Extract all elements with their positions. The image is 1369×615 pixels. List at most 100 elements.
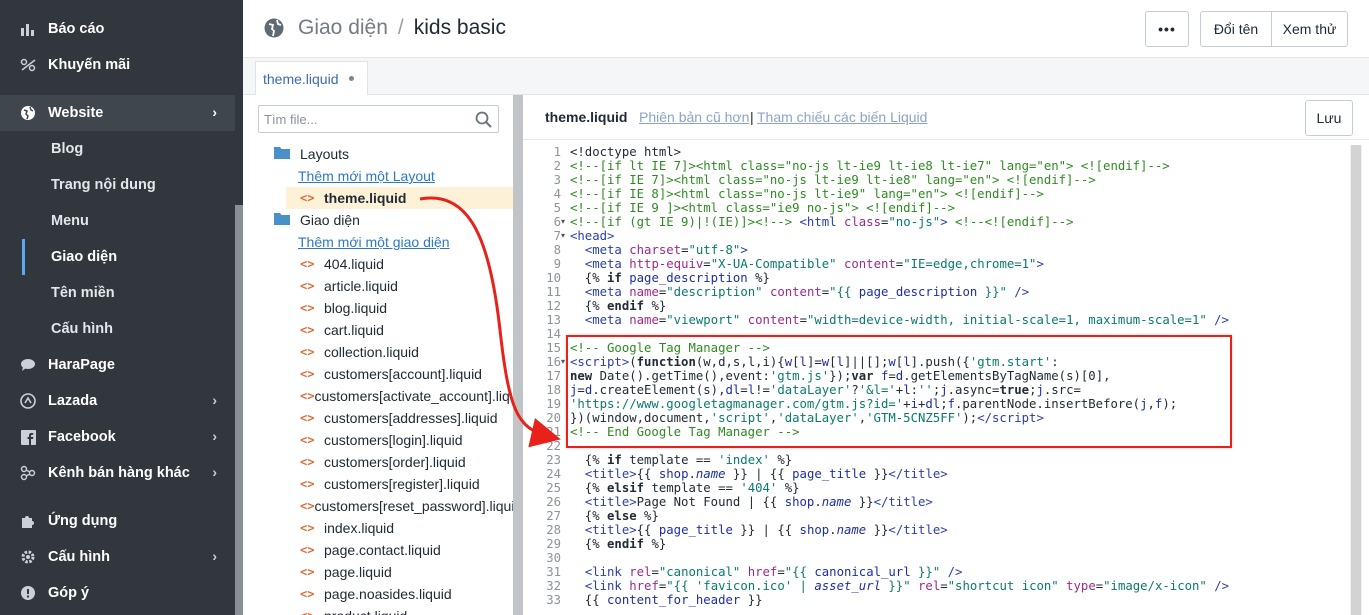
sidebar-sub-pages[interactable]: Trang nội dung — [51, 177, 156, 193]
fold-toggle-icon[interactable]: ▾ — [561, 355, 565, 369]
add-theme-link[interactable]: Thêm mới một giao diện — [298, 234, 450, 250]
line-number: 11 — [546, 285, 561, 299]
sidebar-item-facebook[interactable]: Facebook › — [0, 419, 235, 455]
code-line: <link href="{{ 'favicon.ico' | asset_url… — [584, 579, 1230, 593]
scrollbar-thumb[interactable] — [1351, 145, 1361, 615]
breadcrumb-section[interactable]: Giao diện — [298, 16, 388, 39]
code-line: {% elsif template == '404' %} — [570, 481, 800, 495]
code-line: <head> — [570, 229, 615, 243]
save-button[interactable]: Lưu — [1305, 100, 1353, 136]
open-files-tabs: theme.liquid — [243, 58, 1369, 95]
sidebar-item-label: HaraPage — [48, 357, 115, 373]
gtm-highlight-box — [566, 335, 1232, 448]
sidebar-item-other-channels[interactable]: Kênh bán hàng khác › — [0, 455, 235, 491]
chat-bubble-icon — [19, 356, 37, 374]
file-search-input[interactable]: Tìm file... — [258, 105, 499, 133]
code-icon: <> — [300, 521, 315, 535]
line-number: 7 — [553, 229, 561, 243]
code-icon: <> — [300, 587, 315, 601]
file-item[interactable]: <> customers[account].liquid — [300, 363, 514, 385]
code-line: {% endif %} — [570, 299, 667, 313]
sidebar-item-reports[interactable]: Báo cáo — [0, 11, 235, 47]
file-item[interactable]: <> article.liquid — [300, 275, 514, 297]
search-placeholder: Tìm file... — [264, 111, 318, 127]
file-label: 404.liquid — [324, 256, 384, 272]
folder-label: Giao diện — [300, 212, 360, 228]
sidebar-sub-menu[interactable]: Menu — [51, 213, 89, 229]
code-icon: <> — [300, 543, 315, 557]
fold-toggle-icon[interactable]: ▾ — [561, 215, 565, 229]
search-icon[interactable] — [475, 111, 492, 131]
file-label: customers[login].liquid — [324, 432, 463, 448]
channels-icon — [19, 464, 37, 482]
file-label: article.liquid — [324, 278, 398, 294]
code-icon: <> — [300, 191, 315, 205]
file-item-selected[interactable]: <> theme.liquid — [286, 187, 514, 209]
line-number: 29 — [546, 537, 561, 551]
sidebar-sub-domains[interactable]: Tên miền — [51, 285, 115, 301]
file-item[interactable]: <> blog.liquid — [300, 297, 514, 319]
sidebar-item-apps[interactable]: Ứng dụng — [0, 503, 235, 539]
feedback-icon — [19, 584, 37, 602]
liquid-reference-link[interactable]: Tham chiếu các biến Liquid — [757, 109, 927, 125]
folder-layouts[interactable]: Layouts — [274, 146, 349, 162]
code-line: <meta name="description" content="{{ pag… — [584, 285, 1030, 299]
more-actions-button[interactable]: ••• — [1145, 11, 1189, 47]
file-item[interactable]: <> customers[activate_account].liquid — [300, 385, 514, 407]
line-number: 17 — [546, 369, 561, 383]
file-label: customers[reset_password].liquid — [314, 498, 515, 514]
sidebar-sub-themes[interactable]: Giao diện — [51, 249, 117, 265]
tab-theme-liquid[interactable]: theme.liquid — [255, 61, 368, 95]
preview-button[interactable]: Xem thử — [1271, 11, 1348, 47]
file-label: theme.liquid — [324, 190, 407, 206]
sidebar-scrollbar[interactable] — [235, 205, 243, 615]
code-line: <meta name="viewport" content="width=dev… — [584, 313, 1229, 327]
file-item[interactable]: <> page.contact.liquid — [300, 539, 514, 561]
sidebar-item-label: Góp ý — [48, 585, 90, 601]
file-item[interactable]: <>product.liquid — [300, 605, 514, 615]
sidebar-item-lazada[interactable]: Lazada › — [0, 383, 235, 419]
file-item[interactable]: <> customers[register].liquid — [300, 473, 514, 495]
breadcrumb: Giao diện / kids basic — [298, 16, 506, 40]
chevron-right-icon: › — [212, 104, 217, 120]
rename-button[interactable]: Đổi tên — [1200, 11, 1272, 47]
line-number: 14 — [546, 327, 561, 341]
sidebar-item-harapage[interactable]: HaraPage — [0, 347, 235, 383]
code-line: <meta charset="utf-8"> — [584, 243, 748, 257]
code-line: <!--[if IE 7]><html class="no-js lt-ie9 … — [570, 173, 1096, 187]
sidebar-item-label: Facebook — [48, 429, 116, 445]
file-item[interactable]: <> cart.liquid — [300, 319, 514, 341]
line-number: 28 — [546, 523, 561, 537]
code-line: <title>{{ shop.name }} | {{ page_title }… — [584, 467, 948, 481]
code-line: <!--[if IE 8]><html class="no-js lt-ie9"… — [570, 187, 1044, 201]
editor-scrollbar[interactable] — [1350, 145, 1362, 615]
sidebar-sub-blog[interactable]: Blog — [51, 141, 83, 157]
older-versions-link[interactable]: Phiên bản cũ hơn — [639, 109, 749, 125]
sidebar-item-website[interactable]: Website › — [0, 95, 235, 131]
file-label: page.noasides.liquid — [324, 586, 452, 602]
line-number: 6 — [553, 215, 561, 229]
file-item[interactable]: <> page.noasides.liquid — [300, 583, 514, 605]
add-layout-link[interactable]: Thêm mới một Layout — [298, 168, 435, 184]
folder-themes[interactable]: Giao diện — [274, 212, 360, 228]
sidebar-item-feedback[interactable]: Góp ý — [0, 575, 235, 611]
line-number: 5 — [553, 201, 561, 215]
file-item[interactable]: <> customers[order].liquid — [300, 451, 514, 473]
file-item[interactable]: <> customers[addresses].liquid — [300, 407, 514, 429]
line-number: 25 — [546, 481, 561, 495]
line-number: 31 — [546, 565, 561, 579]
file-label: page.contact.liquid — [324, 542, 441, 558]
file-item[interactable]: <> customers[login].liquid — [300, 429, 514, 451]
sidebar-item-promotions[interactable]: Khuyến mãi — [0, 47, 235, 83]
fold-toggle-icon[interactable]: ▾ — [561, 229, 565, 243]
file-tree-scrollbar[interactable] — [513, 95, 523, 615]
file-item[interactable]: <> 404.liquid — [300, 253, 514, 275]
file-item[interactable]: <> customers[reset_password].liquid — [300, 495, 515, 517]
code-line: {{ content_for_header }} — [570, 593, 763, 607]
sidebar-item-settings[interactable]: Cấu hình › — [0, 539, 235, 575]
sidebar-sub-settings[interactable]: Cấu hình — [51, 321, 113, 337]
line-number: 18 — [546, 383, 561, 397]
file-item[interactable]: <> page.liquid — [300, 561, 514, 583]
file-item[interactable]: <> index.liquid — [300, 517, 514, 539]
file-item[interactable]: <> collection.liquid — [300, 341, 514, 363]
